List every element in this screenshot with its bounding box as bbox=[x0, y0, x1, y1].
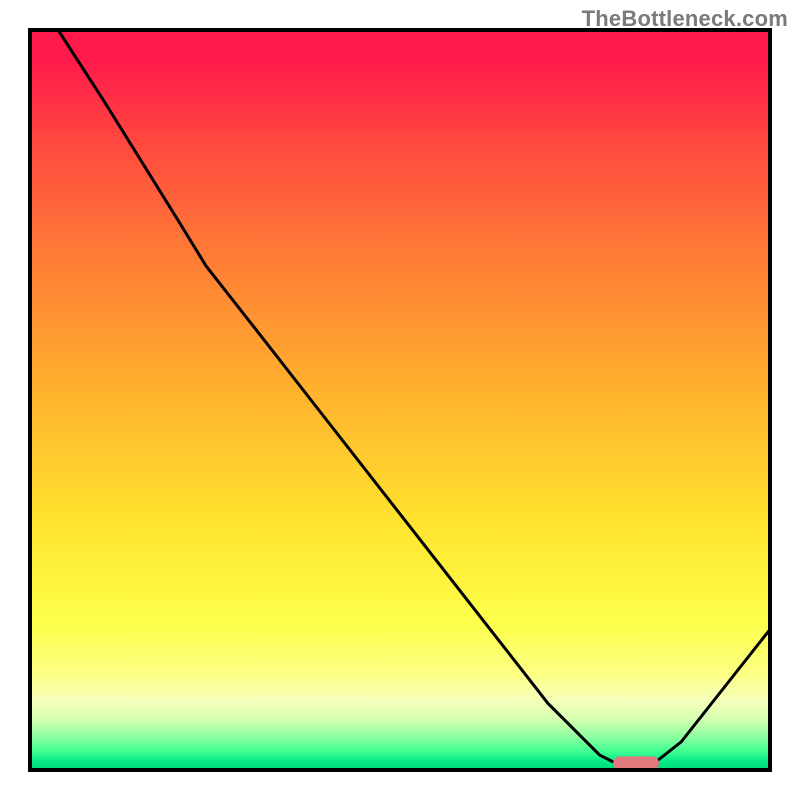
bottleneck-chart bbox=[0, 0, 800, 800]
watermark-text: TheBottleneck.com bbox=[582, 6, 788, 32]
chart-container: TheBottleneck.com bbox=[0, 0, 800, 800]
plot-background bbox=[30, 30, 770, 770]
